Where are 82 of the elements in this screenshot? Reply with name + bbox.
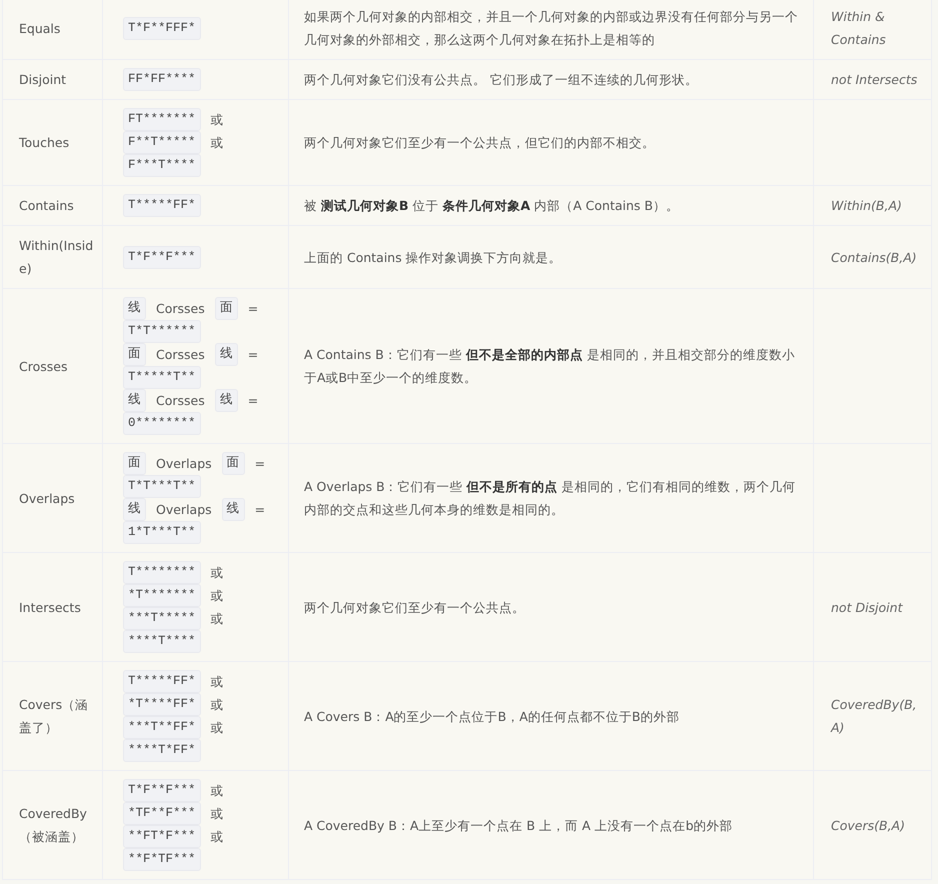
- note-text: Contains(B,A): [831, 250, 917, 264]
- code-span: 线: [214, 343, 238, 366]
- code-span: ****T****: [123, 630, 201, 653]
- relation-name: CoveredBy（被涵盖）: [19, 805, 88, 846]
- code-span: **FT*F***: [123, 825, 201, 848]
- relation-name: Equals: [19, 20, 60, 38]
- matrix-text: =: [246, 392, 260, 410]
- matrix-text: 或: [210, 564, 225, 582]
- code-span: 线: [214, 389, 238, 412]
- matrix-text: 或: [210, 111, 225, 129]
- code-span: 0********: [123, 412, 201, 435]
- matrix-text: 或: [210, 805, 225, 823]
- code-span: ****T*FF*: [123, 739, 201, 762]
- matrix-text: Corsses: [155, 300, 206, 318]
- relation-name: Overlaps: [19, 490, 75, 508]
- code-span: T*F**FFF*: [123, 16, 201, 40]
- code-span: 线: [123, 389, 146, 412]
- matrix-text: 或: [210, 673, 225, 691]
- code-span: T*T******: [123, 320, 201, 343]
- description-text: 两个几何对象它们没有公共点。 它们形成了一组不连续的几何形状。: [304, 72, 698, 87]
- code-span: *T****FF*: [123, 693, 201, 716]
- code-span: *TF**F***: [123, 802, 201, 825]
- relation-name: Within(Inside): [19, 237, 94, 278]
- relation-name: Contains: [19, 197, 74, 215]
- description-text: 两个几何对象它们至少有一个公共点。: [304, 600, 525, 614]
- code-span: 线: [123, 498, 146, 521]
- code-span: F**T*****: [123, 131, 201, 154]
- note-text: not Disjoint: [831, 600, 902, 614]
- code-span: 线: [222, 498, 245, 521]
- description-text: A Contains B：它们有一些 但不是全部的内部点 是相同的，并且相交部分的维度数小于A或B中至少一个的维度数。: [304, 347, 795, 385]
- code-span: 线: [123, 297, 146, 320]
- matrix-text: Corsses: [155, 346, 206, 364]
- description-text: 被 测试几何对象B 位于 条件几何对象A 内部（A Contains B）。: [304, 198, 679, 213]
- matrix-text: Overlaps: [155, 501, 213, 519]
- note-text: CoveredBy(B,A): [831, 697, 917, 735]
- description-text: A Overlaps B：它们有一些 但不是所有的点 是相同的，它们有相同的维数，两个几何内部的交点和这些几何本身的维数是相同的。: [304, 479, 796, 517]
- description-text: 两个几何对象它们至少有一个公共点，但它们的内部不相交。: [304, 135, 655, 150]
- note-text: not Intersects: [831, 72, 918, 87]
- relation-name: Touches: [19, 134, 70, 152]
- matrix-text: =: [246, 346, 260, 364]
- code-span: **F*TF***: [123, 848, 201, 871]
- code-span: T*T***T**: [123, 475, 201, 498]
- code-span: T*F**F***: [123, 779, 201, 802]
- description-text: A CoveredBy B：A上至少有一个点在 B 上，而 A 上没有一个点在b的外部: [304, 818, 733, 832]
- code-span: 1*T***T**: [123, 521, 201, 544]
- code-span: 面: [214, 297, 238, 320]
- matrix-text: =: [254, 455, 266, 473]
- code-span: 面: [123, 452, 146, 475]
- note-text: Within & Contains: [831, 9, 886, 47]
- matrix-text: =: [246, 300, 260, 318]
- code-span: T*****FF*: [123, 194, 201, 217]
- description-text: A Covers B：A的至少一个点位于B，A的任何点都不位于B的外部: [304, 708, 680, 724]
- code-span: *T*******: [123, 584, 201, 607]
- relation-name: Disjoint: [19, 71, 66, 89]
- code-span: T*****FF*: [123, 670, 201, 693]
- matrix-text: 或: [210, 719, 225, 737]
- code-span: FF*FF****: [123, 68, 201, 91]
- matrix-text: Overlaps: [155, 455, 213, 473]
- description-text: 上面的 Contains 操作对象调换下方向就是。: [304, 250, 562, 264]
- relation-name: Covers（涵盖了）: [19, 696, 90, 737]
- matrix-text: Corsses: [155, 392, 206, 410]
- note-text: Within(B,A): [831, 198, 902, 213]
- matrix-text: 或: [210, 587, 225, 605]
- matrix-text: 或: [210, 610, 225, 628]
- code-span: ***T**FF*: [123, 716, 201, 739]
- code-span: FT*******: [123, 108, 201, 131]
- code-span: T********: [123, 561, 201, 584]
- matrix-text: 或: [210, 828, 225, 846]
- matrix-text: 或: [210, 696, 225, 714]
- note-text: Covers(B,A): [831, 818, 905, 832]
- code-span: 面: [123, 343, 146, 366]
- code-span: T*F**F***: [123, 246, 201, 268]
- code-span: T*****T**: [123, 366, 201, 389]
- description-text: 如果两个几何对象的内部相交，并且一个几何对象的内部或边界没有任何部分与另一个几何对象的外部相交，那么这两个几何对象在拓扑上是相等的: [304, 9, 798, 47]
- matrix-text: 或: [210, 782, 225, 800]
- matrix-text: =: [254, 501, 266, 519]
- matrix-text: 或: [210, 134, 225, 152]
- code-span: 面: [222, 452, 245, 475]
- relation-name: Intersects: [19, 598, 81, 616]
- code-span: F***T****: [123, 154, 201, 177]
- code-span: ***T*****: [123, 607, 201, 630]
- relation-name: Crosses: [19, 358, 68, 376]
